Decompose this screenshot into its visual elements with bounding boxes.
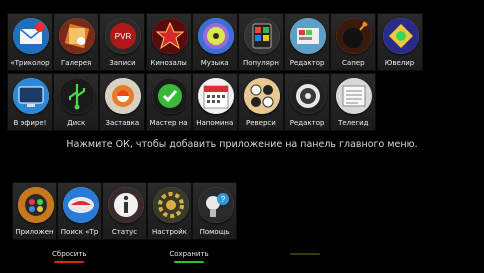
main-menu-panel: Приложен Поиск «Тр Статус Настройк ? Пом… <box>12 182 237 240</box>
app-tile-tv-guide[interactable]: Телегид <box>330 73 377 131</box>
on-air-icon <box>13 78 49 114</box>
hint-text: Нажмите ОК, чтобы добавить приложение на… <box>66 139 418 150</box>
app-label: «Триколор <box>10 59 50 67</box>
setup-wizard-icon <box>151 78 188 114</box>
app-label: В эфире! <box>13 119 47 127</box>
app-tile-reversi[interactable]: Реверси <box>237 73 284 131</box>
popular-apps-icon <box>243 18 280 54</box>
usb-disk-icon <box>59 78 96 114</box>
color-key-actions: Сбросить Сохранить <box>0 250 484 270</box>
gallery-icon <box>59 18 96 54</box>
svg-text:?: ? <box>221 195 226 204</box>
app-label: Мастер на <box>149 119 188 127</box>
app-tile-jeweler[interactable]: Ювелир <box>376 13 423 71</box>
panel-tile-settings[interactable]: Настройк <box>147 182 192 240</box>
calendar-icon <box>197 78 234 114</box>
mail-icon <box>13 18 49 54</box>
panel-tile-help[interactable]: ? Помощь <box>192 182 237 240</box>
app-label: Диск <box>67 119 86 127</box>
available-apps-row-2: В эфире! Диск Заставка Мастер на Напомин… <box>7 73 377 131</box>
app-tile-minesweeper[interactable]: Сапер <box>330 13 377 71</box>
screensaver-icon <box>105 78 142 114</box>
jeweler-icon <box>382 18 419 54</box>
pvr-icon-text: PVR <box>115 32 132 41</box>
minesweeper-icon <box>336 18 373 54</box>
help-icon: ? <box>198 187 234 223</box>
app-tile-cinema[interactable]: Кинозалы <box>145 13 192 71</box>
red-key-bar <box>54 261 84 263</box>
app-label: Статус <box>111 228 138 236</box>
app-tile-reminders[interactable]: Напомина <box>191 73 238 131</box>
settings-icon <box>153 187 189 223</box>
reversi-icon <box>243 78 280 114</box>
tv-guide-icon <box>336 78 373 114</box>
app-tile-editor-2[interactable]: Редактор <box>284 73 331 131</box>
editor-icon <box>290 18 327 54</box>
film-star-icon <box>151 18 188 54</box>
app-label: Галерея <box>61 59 92 67</box>
app-label: Реверси <box>246 119 276 127</box>
app-editor-screen: «Триколор Галерея PVR Записи Кинозалы Му… <box>0 0 484 273</box>
music-icon <box>197 18 234 54</box>
app-label: Кинозалы <box>150 59 187 67</box>
panel-tile-apps[interactable]: Приложен <box>12 182 57 240</box>
app-label: Ювелир <box>384 59 415 67</box>
green-key-bar <box>174 261 204 263</box>
app-label: Популярн <box>242 59 279 67</box>
app-tile-disk[interactable]: Диск <box>53 73 100 131</box>
pvr-icon: PVR <box>105 18 142 54</box>
apps-icon <box>18 187 54 223</box>
app-tile-tricolor[interactable]: «Триколор <box>7 13 53 71</box>
reset-label: Сбросить <box>52 250 87 258</box>
app-label: Записи <box>109 59 136 67</box>
app-label: Телегид <box>338 119 369 127</box>
available-apps-row-1: «Триколор Галерея PVR Записи Кинозалы Му… <box>7 13 423 71</box>
panel-tile-status[interactable]: Статус <box>102 182 147 240</box>
app-label: Музыка <box>200 59 229 67</box>
app-label: Помощь <box>199 228 230 236</box>
app-label: Редактор <box>289 119 325 127</box>
app-tile-on-air[interactable]: В эфире! <box>7 73 53 131</box>
app-tile-music[interactable]: Музыка <box>191 13 238 71</box>
reset-button[interactable]: Сбросить <box>52 250 87 263</box>
app-tile-records[interactable]: PVR Записи <box>99 13 146 71</box>
app-tile-screensaver[interactable]: Заставка <box>99 73 146 131</box>
app-tile-editor[interactable]: Редактор <box>284 13 331 71</box>
search-icon <box>63 187 99 223</box>
app-tile-popular[interactable]: Популярн <box>237 13 284 71</box>
app-label: Сапер <box>342 59 365 67</box>
yellow-key-action <box>288 250 322 255</box>
app-label: Заставка <box>105 119 140 127</box>
app-label: Редактор <box>289 59 325 67</box>
info-icon <box>108 187 144 223</box>
app-label: Настройк <box>152 228 187 236</box>
app-tile-setup-wizard[interactable]: Мастер на <box>145 73 192 131</box>
app-label: Приложен <box>15 228 54 236</box>
app-label: Поиск «Тр <box>60 228 99 236</box>
panel-tile-search[interactable]: Поиск «Тр <box>57 182 102 240</box>
yellow-key-bar <box>290 253 320 255</box>
app-label: Напомина <box>196 119 234 127</box>
save-button[interactable]: Сохранить <box>166 250 212 263</box>
save-label: Сохранить <box>169 250 209 258</box>
app-tile-gallery[interactable]: Галерея <box>53 13 100 71</box>
editor-2-icon <box>290 78 327 114</box>
